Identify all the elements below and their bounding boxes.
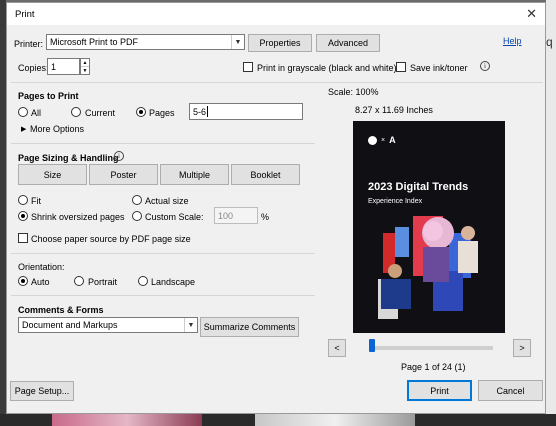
background-image-strip bbox=[52, 414, 202, 426]
expand-triangle-icon[interactable]: ▶ bbox=[21, 125, 26, 133]
printer-label: Printer: bbox=[14, 39, 44, 49]
background-image-strip bbox=[255, 414, 415, 426]
paper-source-checkbox[interactable] bbox=[18, 233, 28, 243]
page-indicator: Page 1 of 24 (1) bbox=[401, 362, 466, 372]
cancel-button[interactable]: Cancel bbox=[478, 380, 543, 401]
orientation-auto-radio[interactable] bbox=[18, 276, 28, 286]
more-options-link[interactable]: More Options bbox=[30, 124, 84, 134]
summarize-comments-button[interactable]: Summarize Comments bbox=[200, 317, 299, 337]
orientation-auto-label: Auto bbox=[31, 277, 50, 287]
pages-range-input[interactable]: 5-6 bbox=[189, 103, 303, 120]
properties-button[interactable]: Properties bbox=[248, 34, 312, 52]
decrement-icon[interactable]: ▼ bbox=[81, 67, 89, 75]
copies-input[interactable]: 1 bbox=[47, 58, 80, 75]
save-ink-checkbox[interactable] bbox=[396, 62, 406, 72]
paper-source-label: Choose paper source by PDF page size bbox=[31, 234, 191, 244]
background-app-right bbox=[546, 0, 556, 426]
page-setup-button[interactable]: Page Setup... bbox=[10, 381, 74, 401]
preview-page-size: 8.27 x 11.69 Inches bbox=[355, 105, 433, 115]
comments-select[interactable]: Document and Markups ▼ bbox=[18, 317, 198, 333]
divider bbox=[11, 143, 315, 144]
custom-scale-value: 100 bbox=[218, 210, 234, 221]
increment-icon[interactable]: ▲ bbox=[81, 59, 89, 67]
divider bbox=[11, 253, 315, 254]
tab-size[interactable]: Size bbox=[18, 164, 87, 185]
print-preview: × A 2023 Digital Trends Experience Index bbox=[353, 121, 505, 333]
divider bbox=[11, 82, 543, 83]
pages-current-label: Current bbox=[85, 108, 116, 118]
custom-scale-label: Custom Scale: bbox=[145, 212, 204, 222]
info-icon[interactable]: i bbox=[114, 151, 124, 161]
fit-radio[interactable] bbox=[18, 195, 28, 205]
text-cursor bbox=[207, 106, 209, 117]
fit-label: Fit bbox=[31, 196, 41, 206]
help-link[interactable]: Help bbox=[503, 36, 522, 46]
save-ink-label: Save ink/toner bbox=[410, 63, 468, 73]
shrink-oversized-radio[interactable] bbox=[18, 211, 28, 221]
percent-sign: % bbox=[261, 212, 270, 222]
preview-scale: Scale: 100% bbox=[328, 87, 379, 97]
pages-range-radio[interactable] bbox=[136, 107, 146, 117]
preview-cover-artwork bbox=[378, 216, 478, 319]
chevron-down-icon: ▼ bbox=[231, 35, 244, 49]
dialog-title: Print bbox=[15, 9, 35, 20]
orientation-heading: Orientation: bbox=[18, 262, 65, 272]
orientation-landscape-radio[interactable] bbox=[138, 276, 148, 286]
info-icon[interactable]: i bbox=[480, 61, 490, 71]
close-icon[interactable]: ✕ bbox=[526, 6, 537, 22]
tab-multiple[interactable]: Multiple bbox=[160, 164, 229, 185]
printer-selected-value: Microsoft Print to PDF bbox=[50, 37, 139, 47]
title-bar: Print ✕ bbox=[7, 3, 545, 25]
page-scrollbar-thumb[interactable] bbox=[369, 339, 375, 352]
pages-all-radio[interactable] bbox=[18, 107, 28, 117]
orientation-portrait-label: Portrait bbox=[88, 277, 118, 287]
tab-poster[interactable]: Poster bbox=[89, 164, 158, 185]
custom-scale-radio[interactable] bbox=[132, 211, 142, 221]
pages-current-radio[interactable] bbox=[71, 107, 81, 117]
tab-booklet[interactable]: Booklet bbox=[231, 164, 300, 185]
grayscale-label: Print in grayscale (black and white) bbox=[257, 63, 397, 73]
copies-value: 1 bbox=[51, 61, 57, 72]
comments-selected-value: Document and Markups bbox=[22, 320, 118, 330]
actual-size-label: Actual size bbox=[145, 196, 189, 206]
custom-scale-input[interactable]: 100 bbox=[214, 207, 258, 224]
comments-forms-heading: Comments & Forms bbox=[18, 305, 104, 315]
grayscale-checkbox[interactable] bbox=[243, 62, 253, 72]
pages-all-label: All bbox=[31, 108, 42, 118]
divider bbox=[11, 295, 315, 296]
advanced-button[interactable]: Advanced bbox=[316, 34, 380, 52]
copies-label: Copies: bbox=[18, 63, 49, 73]
pages-range-label: Pages bbox=[149, 108, 175, 118]
copies-stepper[interactable]: ▲ ▼ bbox=[80, 58, 90, 75]
background-partial-glyph: q bbox=[546, 35, 553, 49]
print-dialog: Print ✕ Printer: Microsoft Print to PDF … bbox=[6, 2, 546, 414]
page-sizing-heading: Page Sizing & Handling bbox=[18, 153, 119, 163]
printer-select[interactable]: Microsoft Print to PDF ▼ bbox=[46, 34, 245, 50]
actual-size-radio[interactable] bbox=[132, 195, 142, 205]
pages-to-print-heading: Pages to Print bbox=[18, 91, 79, 101]
previous-page-button[interactable]: < bbox=[328, 339, 346, 357]
next-page-button[interactable]: > bbox=[513, 339, 531, 357]
chevron-down-icon: ▼ bbox=[184, 318, 197, 332]
page-scrollbar[interactable] bbox=[375, 346, 493, 350]
orientation-portrait-radio[interactable] bbox=[74, 276, 84, 286]
shrink-oversized-label: Shrink oversized pages bbox=[31, 212, 125, 222]
pages-range-value: 5-6 bbox=[193, 106, 207, 117]
print-button[interactable]: Print bbox=[407, 380, 472, 401]
orientation-landscape-label: Landscape bbox=[151, 277, 196, 287]
